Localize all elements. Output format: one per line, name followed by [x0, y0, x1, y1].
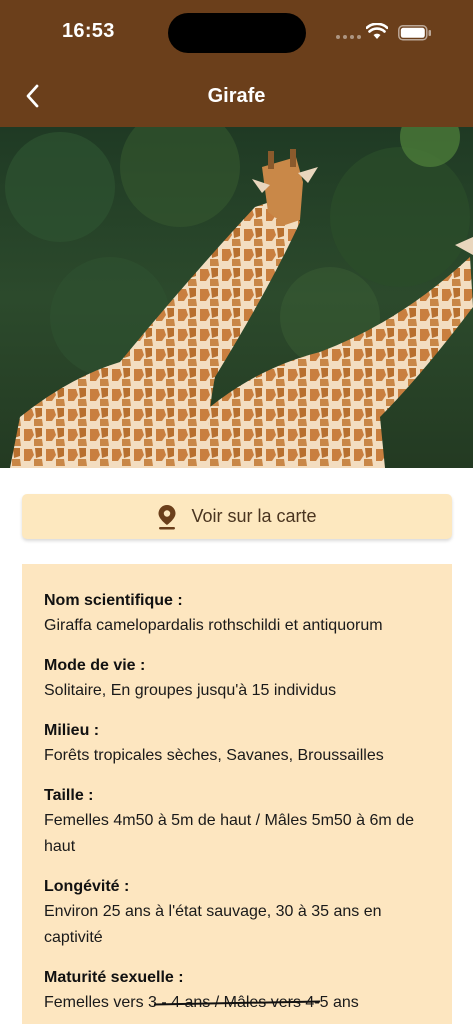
- info-value: Environ 25 ans à l'état sauvage, 30 à 35…: [44, 903, 382, 946]
- info-label: Taille :: [44, 787, 94, 804]
- map-pin-icon: [158, 504, 176, 529]
- info-value: Forêts tropicales sèches, Savanes, Brous…: [44, 747, 384, 764]
- battery-icon: [398, 25, 431, 41]
- info-value: Femelles vers 3 - 4 ans / Mâles vers 4-5…: [44, 990, 430, 1016]
- info-scientific-name: Nom scientifique : Giraffa camelopardali…: [44, 590, 430, 639]
- info-label: Longévité :: [44, 878, 130, 895]
- info-size: Taille : Femelles 4m50 à 5m de haut / Mâ…: [44, 785, 430, 860]
- info-habitat: Milieu : Forêts tropicales sèches, Savan…: [44, 720, 430, 769]
- map-button[interactable]: Voir sur la carte: [22, 494, 452, 539]
- page-title: Girafe: [207, 85, 266, 107]
- dynamic-island: [168, 13, 306, 53]
- info-label: Milieu :: [44, 722, 100, 739]
- header-bar: 16:53 Girafe: [0, 0, 473, 127]
- map-button-label: Voir sur la carte: [191, 506, 317, 526]
- status-time: 16:53: [62, 20, 115, 42]
- info-label: Mode de vie :: [44, 657, 146, 674]
- signal-icon: [336, 35, 361, 39]
- info-value: Solitaire, En groupes jusqu'à 15 individ…: [44, 682, 337, 699]
- giraffe-photo: [0, 127, 473, 468]
- info-card: Nom scientifique : Giraffa camelopardali…: [22, 564, 452, 1024]
- info-label: Maturité sexuelle :: [44, 969, 184, 986]
- info-longevity: Longévité : Environ 25 ans à l'état sauv…: [44, 876, 430, 951]
- info-label: Nom scientifique :: [44, 592, 183, 609]
- wifi-icon: [366, 23, 388, 39]
- info-value: Femelles 4m50 à 5m de haut / Mâles 5m50 …: [44, 812, 414, 855]
- info-lifestyle: Mode de vie : Solitaire, En groupes jusq…: [44, 655, 430, 704]
- info-sexual-maturity: Maturité sexuelle : Femelles vers 3 - 4 …: [44, 967, 430, 1016]
- info-value: Giraffa camelopardalis rothschildi et an…: [44, 617, 383, 634]
